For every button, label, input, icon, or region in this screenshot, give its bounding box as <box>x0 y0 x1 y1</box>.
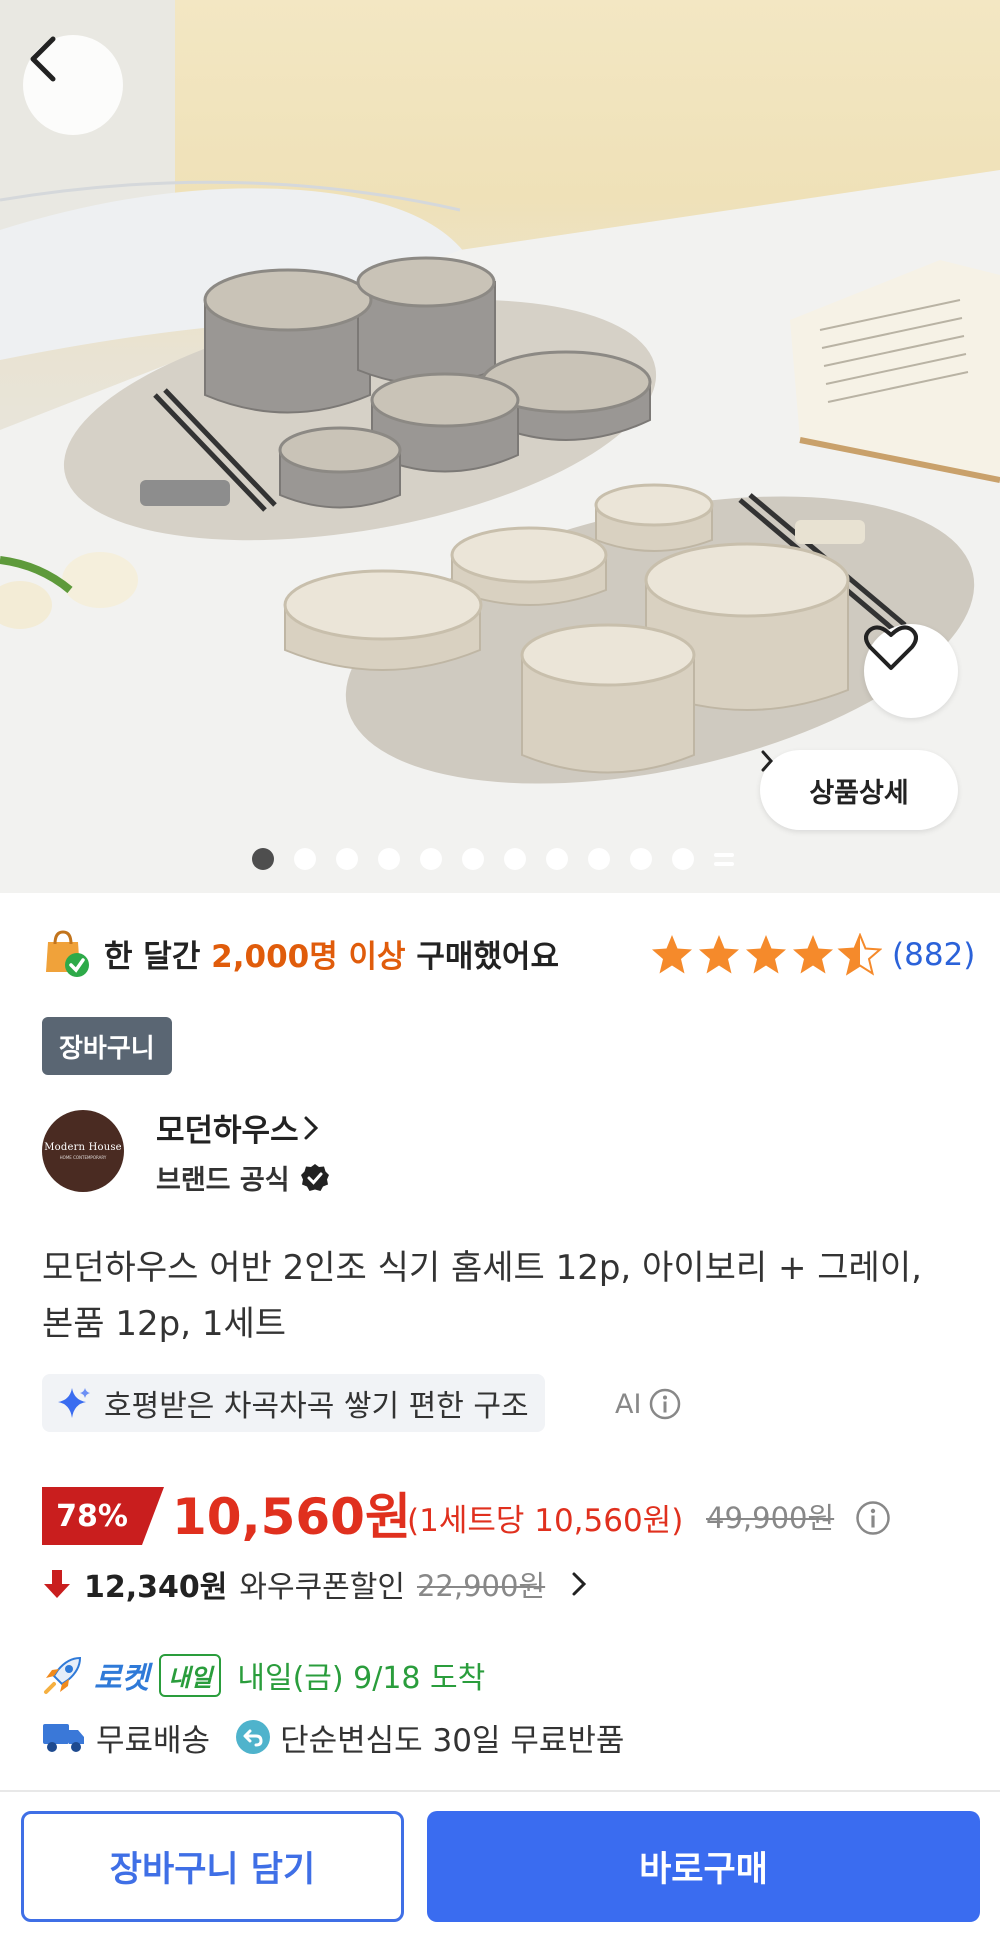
chevron-left-icon <box>30 36 56 82</box>
carousel-dot[interactable] <box>588 848 610 870</box>
bottom-divider <box>0 1790 1000 1792</box>
purchase-count-banner: 한 달간 2,000명 이상 구매했어요 <box>42 925 559 981</box>
unit-price: (1세트당 10,560원) <box>407 1503 684 1539</box>
star-full-icon <box>793 935 833 974</box>
brand-name: 모던하우스 <box>156 1113 299 1149</box>
carousel-indicator <box>252 846 734 872</box>
discount-rate: 78% <box>56 1498 128 1534</box>
carousel-dot[interactable] <box>546 848 568 870</box>
rocket-icon <box>44 1656 82 1694</box>
chevron-right-icon <box>304 1116 318 1139</box>
truck-icon <box>43 1724 84 1752</box>
rating-stars <box>652 934 881 975</box>
coupon-price-row[interactable]: 12,340원 와우쿠폰할인 22,900원 <box>42 1562 587 1606</box>
price-info-button[interactable] <box>855 1500 891 1540</box>
sale-price: 10,560원 <box>172 1488 411 1546</box>
product-image-carousel[interactable]: 상품상세 <box>0 0 1000 893</box>
carousel-dot[interactable] <box>294 848 316 870</box>
ai-review-summary: 호평받은 차곡차곡 쌓기 편한 구조 <box>42 1374 545 1432</box>
star-full-icon <box>699 935 739 974</box>
brand-logo-wordmark: Modern House <box>44 1142 122 1153</box>
shipping-row: 무료배송 단순변심도 30일 무료반품 <box>42 1712 624 1762</box>
rating-summary[interactable]: (882) <box>650 930 975 980</box>
product-detail-label: 상품상세 <box>809 777 909 809</box>
coupon-original-price: 22,900원 <box>416 1569 546 1603</box>
shopping-bag-check-icon <box>46 930 89 977</box>
brand-official-label: 브랜드 공식 <box>156 1158 330 1197</box>
verified-badge-icon <box>300 1163 329 1191</box>
coupon-price: 12,340원 <box>84 1570 228 1605</box>
purchase-count-text: 한 달간 2,000명 이상 구매했어요 <box>104 938 559 975</box>
free-shipping-text: 무료배송 <box>96 1722 211 1759</box>
rocket-label: 로켓 <box>94 1661 150 1696</box>
wishlist-button[interactable] <box>864 624 958 718</box>
brand-logo-tagline: HOME CONTEMPORARY <box>59 1155 107 1160</box>
carousel-dot[interactable] <box>378 848 400 870</box>
ai-summary-text: 호평받은 차곡차곡 쌓기 편한 구조 <box>104 1389 529 1424</box>
return-icon <box>236 1720 271 1754</box>
arrival-date: 내일(금) 9/18 도착 <box>237 1661 486 1696</box>
coupon-label: 와우쿠폰할인 <box>239 1570 405 1605</box>
purchase-count-highlight: 2,000명 이상 <box>211 938 406 975</box>
product-title: 모던하우스 어반 2인조 식기 홈세트 12p, 아이보리 + 그레이, 본품 … <box>42 1248 922 1344</box>
info-icon <box>856 1501 890 1535</box>
carousel-dot[interactable] <box>504 848 526 870</box>
free-return-text: 단순변심도 30일 무료반품 <box>280 1722 625 1759</box>
ai-info[interactable]: AI <box>615 1382 681 1426</box>
star-full-icon <box>652 935 692 974</box>
star-full-icon <box>746 935 786 974</box>
brand-logo[interactable]: Modern House HOME CONTEMPORARY <box>42 1110 124 1192</box>
carousel-more-icon <box>714 849 734 869</box>
rocket-delivery-row: 로켓 내일 내일(금) 9/18 도착 <box>42 1650 485 1700</box>
review-count-link[interactable]: (882) <box>892 937 975 973</box>
product-detail-button[interactable]: 상품상세 <box>760 750 958 830</box>
chevron-right-icon <box>572 1572 587 1596</box>
star-half-icon <box>839 934 881 975</box>
carousel-dot[interactable] <box>672 848 694 870</box>
arrow-down-icon <box>44 1570 70 1598</box>
carousel-dot[interactable] <box>462 848 484 870</box>
discount-badge: 78% <box>42 1487 164 1545</box>
ai-label: AI <box>615 1388 642 1420</box>
brand-name-link[interactable]: 모던하우스 <box>156 1105 319 1150</box>
carousel-dot[interactable] <box>420 848 442 870</box>
next-day-badge: 내일 <box>159 1653 222 1697</box>
sparkle-icon <box>58 1388 90 1418</box>
brand-official-text: 브랜드 공식 <box>156 1165 290 1196</box>
cart-badge: 장바구니 <box>42 1017 172 1075</box>
info-icon <box>650 1388 681 1420</box>
carousel-dot[interactable] <box>630 848 652 870</box>
carousel-dot[interactable] <box>336 848 358 870</box>
heart-icon <box>864 625 918 670</box>
buy-now-button[interactable]: 바로구매 <box>427 1811 980 1922</box>
chevron-right-icon <box>761 750 774 772</box>
carousel-dot[interactable] <box>252 848 274 870</box>
original-price: 49,900원 <box>706 1501 835 1535</box>
add-to-cart-button[interactable]: 장바구니 담기 <box>21 1811 404 1922</box>
back-button[interactable] <box>23 35 123 135</box>
